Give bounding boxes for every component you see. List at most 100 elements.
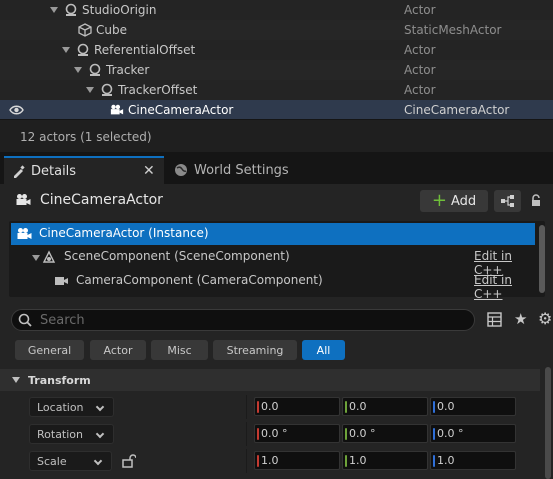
expand-arrow-icon[interactable]	[74, 67, 82, 73]
scale-z-value: 1.0	[437, 454, 455, 467]
component-label: SceneComponent (SceneComponent)	[64, 249, 290, 263]
rotation-x-value: 0.0 °	[261, 427, 288, 440]
expand-arrow-icon[interactable]	[62, 47, 70, 53]
outliner-row-tracker-offset[interactable]: TrackerOffset Actor	[0, 80, 553, 100]
details-panel: CineCameraActor + Add CineCameraActor (I…	[0, 184, 553, 479]
world-outliner: StudioOrigin Actor Cube StaticMeshActor …	[0, 0, 553, 152]
component-label: CineCameraActor (Instance)	[39, 226, 209, 240]
column-divider[interactable]	[246, 395, 247, 419]
filter-all-button[interactable]: All	[302, 340, 345, 360]
actor-icon	[65, 3, 77, 16]
section-title: Transform	[28, 373, 91, 387]
close-tab-icon[interactable]: ✕	[143, 163, 155, 179]
tab-world-settings[interactable]: World Settings	[166, 156, 296, 184]
outliner-item-label: Tracker	[106, 63, 150, 77]
column-divider[interactable]	[246, 449, 247, 473]
outliner-item-type: CineCameraActor	[404, 103, 510, 117]
scene-component-icon	[42, 250, 56, 263]
expand-arrow-icon[interactable]	[50, 7, 58, 13]
scale-x-value: 1.0	[261, 454, 279, 467]
y-axis-marker	[345, 401, 347, 413]
location-x-field[interactable]: 0.0	[254, 397, 340, 416]
search-placeholder: Search	[40, 312, 85, 328]
static-mesh-icon	[78, 23, 92, 37]
unlock-icon[interactable]	[122, 454, 136, 468]
visibility-eye-icon[interactable]	[9, 104, 24, 116]
rotation-x-field[interactable]: 0.0 °	[254, 424, 340, 443]
outliner-row-referential-offset[interactable]: ReferentialOffset Actor	[0, 40, 553, 60]
component-row-scene[interactable]: SceneComponent (SceneComponent) Edit in …	[11, 246, 535, 277]
outliner-item-label: CineCameraActor	[128, 103, 234, 117]
location-y-field[interactable]: 0.0	[342, 397, 428, 416]
component-row-camera[interactable]: CameraComponent (CameraComponent) Edit i…	[11, 270, 535, 301]
edit-in-cpp-link[interactable]: Edit in C++	[474, 273, 535, 301]
location-dropdown[interactable]: Location	[29, 397, 114, 417]
rotation-z-field[interactable]: 0.0 °	[430, 424, 516, 443]
rotation-dropdown[interactable]: Rotation	[29, 424, 114, 444]
filter-actor-button[interactable]: Actor	[90, 340, 146, 360]
globe-icon	[175, 164, 187, 176]
filter-misc-button[interactable]: Misc	[151, 340, 208, 360]
location-z-value: 0.0	[437, 400, 455, 413]
selected-actor-name: CineCameraActor	[40, 192, 163, 208]
search-icon	[18, 313, 32, 327]
chevron-down-icon	[95, 429, 105, 439]
tab-world-settings-label: World Settings	[194, 162, 289, 178]
blueprint-icon	[501, 195, 514, 207]
y-axis-marker	[345, 428, 347, 440]
collapse-arrow-icon	[12, 377, 20, 383]
camera-icon	[17, 228, 32, 239]
component-row-instance[interactable]: CineCameraActor (Instance)	[11, 223, 535, 245]
components-tree: CineCameraActor (Instance) SceneComponen…	[9, 221, 545, 301]
column-divider[interactable]	[246, 422, 247, 446]
details-scrollbar[interactable]	[545, 367, 551, 479]
scale-row: Scale 1.0 1.0 1.0	[0, 449, 540, 473]
location-row: Location 0.0 0.0 0.0	[0, 395, 540, 419]
x-axis-marker	[257, 401, 259, 413]
actor-icon	[77, 43, 89, 56]
scale-y-field[interactable]: 1.0	[342, 451, 428, 470]
selected-actor-header: CineCameraActor	[15, 192, 163, 208]
scale-z-field[interactable]: 1.0	[430, 451, 516, 470]
transform-section-header[interactable]: Transform	[0, 369, 540, 391]
components-scrollbar[interactable]	[539, 225, 545, 293]
outliner-row-studio-origin[interactable]: StudioOrigin Actor	[0, 0, 553, 20]
y-axis-marker	[345, 455, 347, 467]
scale-label: Scale	[37, 454, 67, 468]
outliner-item-type: Actor	[404, 43, 436, 57]
outliner-item-label: Cube	[96, 23, 127, 37]
outliner-item-type: Actor	[404, 3, 436, 17]
property-matrix-icon[interactable]	[487, 312, 502, 327]
x-axis-marker	[257, 428, 259, 440]
actor-icon	[89, 63, 101, 76]
x-axis-marker	[257, 455, 259, 467]
z-axis-marker	[433, 428, 435, 440]
lock-icon[interactable]	[530, 194, 542, 207]
panel-tab-bar: Details ✕ World Settings	[0, 154, 553, 184]
rotation-label: Rotation	[37, 427, 84, 441]
expand-arrow-icon[interactable]	[86, 87, 94, 93]
add-component-button[interactable]: + Add	[420, 190, 488, 212]
scale-x-field[interactable]: 1.0	[254, 451, 340, 470]
tab-details[interactable]: Details ✕	[4, 156, 164, 184]
location-z-field[interactable]: 0.0	[430, 397, 516, 416]
scale-dropdown[interactable]: Scale	[29, 451, 112, 471]
expand-arrow-icon[interactable]	[32, 255, 40, 261]
favorite-star-icon[interactable]: ★	[514, 310, 527, 328]
filter-streaming-button[interactable]: Streaming	[213, 340, 297, 360]
outliner-row-cube[interactable]: Cube StaticMeshActor	[0, 20, 553, 40]
outliner-row-cine-camera-actor[interactable]: CineCameraActor CineCameraActor	[0, 100, 553, 120]
chevron-down-icon	[93, 456, 103, 466]
rotation-y-field[interactable]: 0.0 °	[342, 424, 428, 443]
location-label: Location	[37, 400, 84, 414]
location-y-value: 0.0	[349, 400, 367, 413]
chevron-down-icon	[95, 402, 105, 412]
filter-general-button[interactable]: General	[15, 340, 84, 360]
details-icon	[14, 164, 25, 178]
settings-gear-icon[interactable]: ⚙	[538, 309, 552, 328]
details-search-input[interactable]: Search	[11, 309, 475, 331]
rotation-z-value: 0.0 °	[437, 427, 464, 440]
location-x-value: 0.0	[261, 400, 279, 413]
blueprint-button[interactable]	[494, 190, 521, 212]
outliner-row-tracker[interactable]: Tracker Actor	[0, 60, 553, 80]
